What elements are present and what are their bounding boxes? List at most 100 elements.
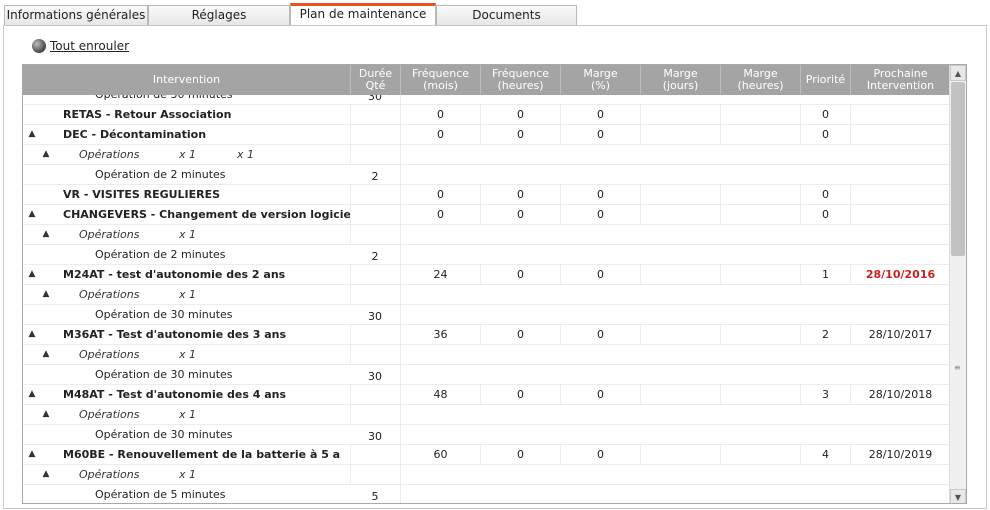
operation-row[interactable]: Opération de 5 minutes 5: [23, 485, 950, 503]
intervention-row[interactable]: VR - VISITES REGULIERES 0 0 0 0: [23, 185, 950, 205]
cell-marge_pct: 0: [560, 325, 640, 345]
scroll-up-icon[interactable]: ▲: [950, 65, 966, 81]
intervention-row[interactable]: ▲ DEC - Décontamination 0 0 0 0: [23, 125, 950, 145]
col-header-priorite[interactable]: Priorité: [800, 65, 850, 95]
operation-row[interactable]: Opération de 30 minutes 30: [23, 365, 950, 385]
cell-marge_jours: [640, 265, 720, 285]
col-header-frequence-heures[interactable]: Fréquence (heures): [480, 65, 560, 95]
caret-up-icon[interactable]: ▲: [25, 385, 39, 405]
cell-marge_jours: [640, 185, 720, 205]
cell-freq_mois: 36: [400, 325, 480, 345]
tab-reglages[interactable]: Réglages: [148, 5, 290, 25]
caret-up-icon[interactable]: ▲: [25, 205, 39, 225]
operation-label: Opération de 2 minutes: [95, 248, 226, 261]
operation-row[interactable]: Opération de 30 minutes 30: [23, 425, 950, 445]
operation-row[interactable]: Opération de 2 minutes 2: [23, 245, 950, 265]
next-intervention-date: [850, 205, 950, 225]
operations-group-row[interactable]: ▲ Opérations x 1: [23, 345, 950, 365]
caret-up-icon[interactable]: ▲: [39, 285, 53, 305]
intervention-row[interactable]: ▲ M36AT - Test d'autonomie des 3 ans 36 0 0 2…: [23, 325, 950, 345]
col-header-frequence-mois[interactable]: Fréquence (mois): [400, 65, 480, 95]
caret-up-icon[interactable]: ▲: [39, 225, 53, 245]
intervention-row[interactable]: ▲ CHANGEVERS - Changement de version logi…: [23, 205, 950, 225]
col-header-duree-qte[interactable]: Durée Qté: [350, 65, 400, 95]
caret-up-icon[interactable]: ▲: [25, 445, 39, 465]
next-intervention-date: 28/10/2017: [850, 325, 950, 345]
scroll-down-icon[interactable]: ▼: [950, 489, 966, 503]
cell-duree: [350, 265, 400, 285]
col-header-marge-pct[interactable]: Marge (%): [560, 65, 640, 95]
cell-freq_heures: 0: [480, 205, 560, 225]
cell-priorite: 0: [800, 105, 850, 125]
quantity-multiplier: x 1: [179, 228, 197, 241]
operation-label: Opération de 2 minutes: [95, 168, 226, 181]
divider: [400, 285, 401, 305]
divider: [400, 465, 401, 485]
intervention-row[interactable]: ▲ M24AT - test d'autonomie des 2 ans 24 0 0 1…: [23, 265, 950, 285]
caret-up-icon[interactable]: ▲: [39, 405, 53, 425]
cell-marge_jours: [640, 385, 720, 405]
intervention-row[interactable]: RETAS - Retour Association 0 0 0 0: [23, 105, 950, 125]
col-header-intervention[interactable]: Intervention: [23, 65, 350, 95]
cell-priorite: 0: [800, 185, 850, 205]
caret-up-icon[interactable]: ▲: [25, 265, 39, 285]
scrollbar-thumb[interactable]: [951, 82, 965, 256]
cell-freq_mois: 0: [400, 205, 480, 225]
cell-marge_heures: [720, 205, 800, 225]
next-intervention-date: [850, 125, 950, 145]
operation-row[interactable]: Opération de 30 minutes 30: [23, 305, 950, 325]
caret-up-icon[interactable]: ▲: [39, 345, 53, 365]
grip-icon: ≡: [954, 363, 961, 372]
operations-group-row[interactable]: ▲ Opérations x 1 x 1: [23, 145, 950, 165]
caret-up-icon[interactable]: ▲: [39, 145, 53, 165]
intervention-row[interactable]: ▲ M48AT - Test d'autonomie des 4 ans 48 0 0 3…: [23, 385, 950, 405]
grid-body: Opération de 30 minutes30RETAS - Retour …: [23, 95, 950, 503]
cell-marge_pct: 0: [560, 185, 640, 205]
operation-row[interactable]: Opération de 30 minutes 30: [23, 95, 950, 105]
cell-marge_heures: [720, 445, 800, 465]
tab-bar: Informations générales Réglages Plan de …: [0, 0, 990, 26]
operation-quantity: 2: [371, 170, 379, 183]
divider: [350, 225, 351, 245]
quantity-multiplier: x 1: [237, 148, 255, 161]
divider: [400, 485, 401, 503]
operation-quantity: 30: [368, 95, 382, 103]
intervention-label: DEC - Décontamination: [63, 128, 207, 141]
divider: [400, 425, 401, 445]
cell-freq_heures: 0: [480, 325, 560, 345]
operations-label: Opérations: [79, 288, 140, 301]
operation-quantity: 2: [371, 250, 379, 263]
operations-group-row[interactable]: ▲ Opérations x 1: [23, 285, 950, 305]
cell-duree: [350, 205, 400, 225]
divider: [400, 225, 401, 245]
vertical-scrollbar[interactable]: ▲ ≡ ▼: [949, 65, 966, 503]
operation-label: Opération de 5 minutes: [95, 488, 226, 501]
intervention-row[interactable]: ▲ M60BE - Renouvellement de la batterie à…: [23, 445, 950, 465]
tab-plan-de-maintenance[interactable]: Plan de maintenance: [290, 3, 436, 26]
operations-group-row[interactable]: ▲ Opérations x 1: [23, 405, 950, 425]
col-header-marge-heures[interactable]: Marge (heures): [720, 65, 800, 95]
caret-up-icon[interactable]: ▲: [39, 465, 53, 485]
tab-informations-generales[interactable]: Informations générales: [4, 5, 148, 25]
cell-marge_heures: [720, 125, 800, 145]
col-header-prochaine-intervention[interactable]: Prochaine Intervention: [850, 65, 950, 95]
cell-marge_pct: 0: [560, 105, 640, 125]
operation-row[interactable]: Opération de 2 minutes 2: [23, 165, 950, 185]
operation-quantity: 30: [368, 430, 382, 443]
operations-group-row[interactable]: ▲ Opérations x 1: [23, 465, 950, 485]
intervention-label: M36AT - Test d'autonomie des 3 ans: [63, 328, 286, 341]
collapse-all-label[interactable]: Tout enrouler: [50, 39, 129, 53]
divider: [400, 165, 401, 185]
collapse-all-link[interactable]: Tout enrouler: [32, 38, 129, 54]
cell-marge_heures: [720, 325, 800, 345]
operation-quantity: 30: [368, 310, 382, 323]
col-header-marge-jours[interactable]: Marge (jours): [640, 65, 720, 95]
cell-freq_mois: 24: [400, 265, 480, 285]
grid-rows: Opération de 30 minutes30RETAS - Retour …: [23, 95, 950, 503]
caret-up-icon[interactable]: ▲: [25, 325, 39, 345]
caret-up-icon[interactable]: ▲: [25, 125, 39, 145]
operation-label: Opération de 30 minutes: [95, 308, 233, 321]
tab-documents[interactable]: Documents: [436, 5, 577, 25]
cell-duree: [350, 125, 400, 145]
operations-group-row[interactable]: ▲ Opérations x 1: [23, 225, 950, 245]
